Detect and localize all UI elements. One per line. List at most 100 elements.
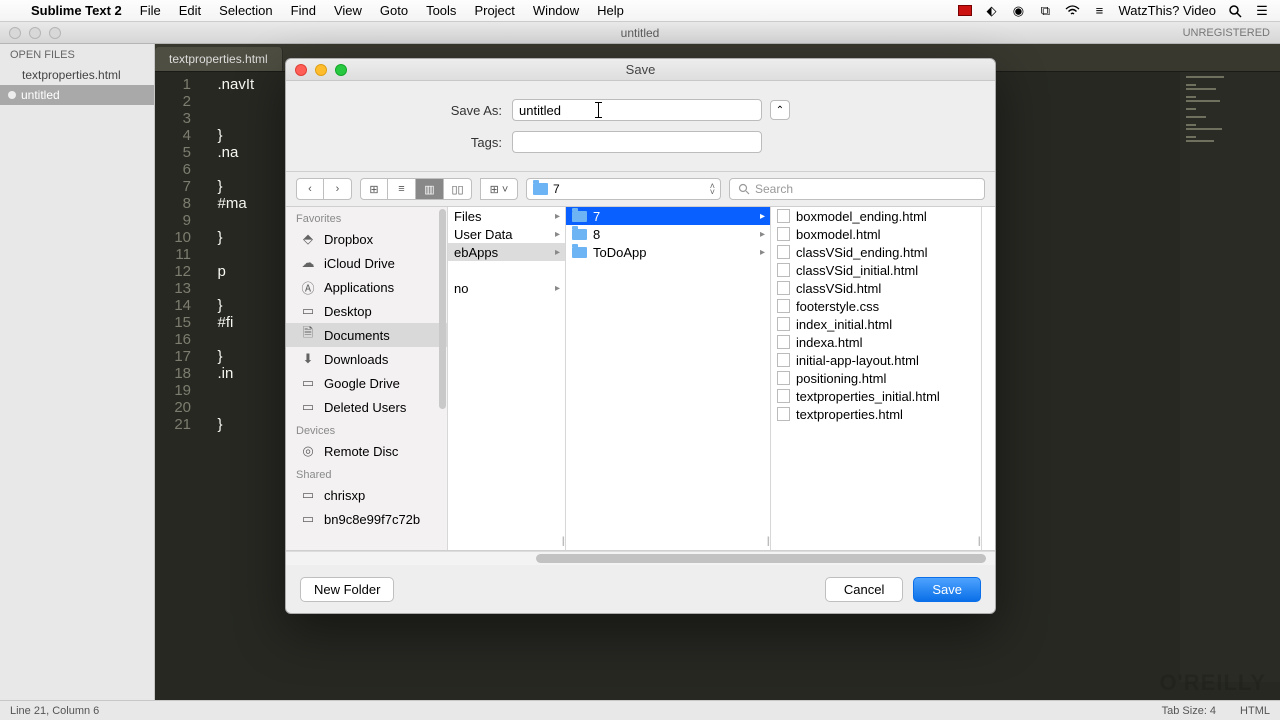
chevron-updown-icon: ˄˅ bbox=[710, 183, 715, 195]
document-icon bbox=[777, 371, 790, 385]
close-icon[interactable] bbox=[9, 27, 21, 39]
devices-header: Devices bbox=[286, 419, 447, 439]
file-row[interactable]: indexa.html bbox=[771, 333, 981, 351]
folder-row[interactable]: User Data▸ bbox=[448, 225, 565, 243]
notifications-icon[interactable]: ☰ bbox=[1254, 3, 1270, 19]
wifi-icon[interactable] bbox=[1064, 3, 1080, 19]
shared-item[interactable]: ▭chrisxp bbox=[286, 483, 447, 507]
computer-icon: ▭ bbox=[300, 487, 316, 503]
view-gallery-button[interactable]: ▯▯ bbox=[444, 178, 472, 200]
column-resize-icon[interactable]: || bbox=[767, 536, 768, 547]
fav-deleted[interactable]: ▭Deleted Users bbox=[286, 395, 447, 419]
file-row[interactable]: textproperties_initial.html bbox=[771, 387, 981, 405]
sidebar-file[interactable]: textproperties.html bbox=[0, 65, 154, 85]
sidebar: OPEN FILES textproperties.html untitled bbox=[0, 44, 155, 700]
save-button[interactable]: Save bbox=[913, 577, 981, 602]
computer-icon: ▭ bbox=[300, 511, 316, 527]
group-button[interactable]: ⊞ ˅ bbox=[480, 178, 518, 200]
path-dropdown[interactable]: 7 ˄˅ bbox=[526, 178, 721, 200]
scrollbar[interactable] bbox=[439, 209, 446, 409]
displays-icon[interactable]: ⧉ bbox=[1037, 3, 1053, 19]
tab-size[interactable]: Tab Size: 4 bbox=[1162, 705, 1216, 717]
menu-project[interactable]: Project bbox=[465, 3, 523, 18]
sync-icon[interactable]: ◉ bbox=[1010, 3, 1026, 19]
tab[interactable]: textproperties.html bbox=[155, 47, 283, 71]
document-icon bbox=[777, 227, 790, 241]
file-row[interactable]: footerstyle.css bbox=[771, 297, 981, 315]
folder-row[interactable] bbox=[448, 261, 565, 279]
file-row[interactable]: textproperties.html bbox=[771, 405, 981, 423]
folder-row[interactable]: ToDoApp▸ bbox=[566, 243, 770, 261]
documents-icon: 🗎 bbox=[300, 327, 316, 343]
fav-icloud[interactable]: ☁iCloud Drive bbox=[286, 251, 447, 275]
menu-selection[interactable]: Selection bbox=[210, 3, 281, 18]
sidebar-file-active[interactable]: untitled bbox=[0, 85, 154, 105]
file-row[interactable]: boxmodel.html bbox=[771, 225, 981, 243]
dropbox-icon[interactable]: ⬖ bbox=[983, 3, 999, 19]
nav-back-button[interactable]: ‹ bbox=[296, 178, 324, 200]
folder-row[interactable]: 8▸ bbox=[566, 225, 770, 243]
folder-row[interactable]: Files▸ bbox=[448, 207, 565, 225]
collapse-dialog-button[interactable]: ⌃ bbox=[770, 100, 790, 120]
folder-row-selected[interactable]: ebApps▸ bbox=[448, 243, 565, 261]
minimap[interactable] bbox=[1180, 72, 1280, 682]
search-field[interactable]: Search bbox=[729, 178, 985, 200]
minimize-icon[interactable] bbox=[29, 27, 41, 39]
favorites-panel: Favorites ⬘Dropbox ☁iCloud Drive ⒶApplic… bbox=[286, 207, 448, 550]
saveas-input[interactable] bbox=[512, 99, 762, 121]
fav-googledrive[interactable]: ▭Google Drive bbox=[286, 371, 447, 395]
tags-input[interactable] bbox=[512, 131, 762, 153]
fav-applications[interactable]: ⒶApplications bbox=[286, 275, 447, 299]
file-row[interactable]: initial-app-layout.html bbox=[771, 351, 981, 369]
menu-tools[interactable]: Tools bbox=[417, 3, 465, 18]
cancel-button[interactable]: Cancel bbox=[825, 577, 903, 602]
folder-icon: ▭ bbox=[300, 375, 316, 391]
horizontal-scrollbar[interactable] bbox=[286, 551, 995, 565]
file-row[interactable]: boxmodel_ending.html bbox=[771, 207, 981, 225]
menu-view[interactable]: View bbox=[325, 3, 371, 18]
column-resize-icon[interactable]: || bbox=[562, 536, 563, 547]
device-remote-disc[interactable]: ◎Remote Disc bbox=[286, 439, 447, 463]
menu-help[interactable]: Help bbox=[588, 3, 633, 18]
document-icon bbox=[777, 281, 790, 295]
document-icon bbox=[777, 245, 790, 259]
view-list-button[interactable]: ≡ bbox=[388, 178, 416, 200]
menu-window[interactable]: Window bbox=[524, 3, 588, 18]
file-row[interactable]: positioning.html bbox=[771, 369, 981, 387]
zoom-icon[interactable] bbox=[49, 27, 61, 39]
chevron-right-icon: ▸ bbox=[760, 247, 765, 258]
view-columns-button[interactable]: ▥ bbox=[416, 178, 444, 200]
shared-header: Shared bbox=[286, 463, 447, 483]
fav-dropbox[interactable]: ⬘Dropbox bbox=[286, 227, 447, 251]
fav-documents[interactable]: 🗎Documents bbox=[286, 323, 447, 347]
new-folder-button[interactable]: New Folder bbox=[300, 577, 394, 602]
menu-edit[interactable]: Edit bbox=[170, 3, 210, 18]
spotlight-icon[interactable] bbox=[1227, 3, 1243, 19]
file-row[interactable]: index_initial.html bbox=[771, 315, 981, 333]
folder-row[interactable]: no▸ bbox=[448, 279, 565, 297]
dialog-footer: New Folder Cancel Save bbox=[286, 565, 995, 613]
fav-desktop[interactable]: ▭Desktop bbox=[286, 299, 447, 323]
menu-file[interactable]: File bbox=[131, 3, 170, 18]
menu-goto[interactable]: Goto bbox=[371, 3, 417, 18]
desktop-icon: ▭ bbox=[300, 303, 316, 319]
chevron-right-icon: ▸ bbox=[555, 283, 560, 294]
file-row[interactable]: classVSid_initial.html bbox=[771, 261, 981, 279]
menu-find[interactable]: Find bbox=[282, 3, 325, 18]
volume-icon[interactable]: ≡ bbox=[1091, 3, 1107, 19]
record-icon[interactable] bbox=[958, 5, 972, 16]
view-icons-button[interactable]: ⊞ bbox=[360, 178, 388, 200]
nav-forward-button[interactable]: › bbox=[324, 178, 352, 200]
file-row[interactable]: classVSid.html bbox=[771, 279, 981, 297]
shared-item[interactable]: ▭bn9c8e99f7c72b bbox=[286, 507, 447, 531]
file-row[interactable]: classVSid_ending.html bbox=[771, 243, 981, 261]
column-resize-icon[interactable]: || bbox=[978, 536, 979, 547]
app-name[interactable]: Sublime Text 2 bbox=[22, 3, 131, 18]
syntax-lang[interactable]: HTML bbox=[1240, 705, 1270, 717]
document-icon bbox=[777, 317, 790, 331]
user-label[interactable]: WatzThis? Video bbox=[1118, 3, 1216, 18]
folder-icon: ▭ bbox=[300, 399, 316, 415]
saveas-label: Save As: bbox=[304, 103, 512, 118]
folder-row-selected[interactable]: 7▸ bbox=[566, 207, 770, 225]
fav-downloads[interactable]: ⬇Downloads bbox=[286, 347, 447, 371]
